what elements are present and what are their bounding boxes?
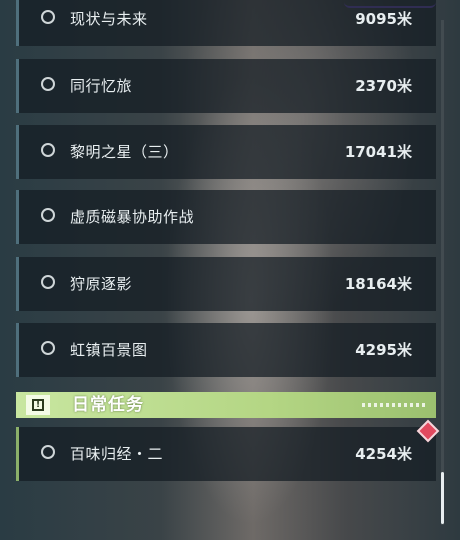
scrollbar-track[interactable] — [441, 20, 444, 525]
quest-name: 狩原逐影 — [70, 275, 133, 293]
daily-quest-item[interactable]: 百味归经・二 4254米 — [16, 427, 436, 481]
quest-name: 百味归经・二 — [70, 445, 164, 463]
quest-status-circle-icon — [41, 445, 55, 459]
quest-distance: 18164米 — [344, 275, 412, 293]
quest-status-circle-icon — [41, 208, 55, 222]
quest-status-circle-icon — [41, 10, 55, 24]
section-title: 日常任务 — [72, 395, 144, 415]
quest-distance: 17041米 — [344, 143, 412, 161]
quest-distance: 4295米 — [355, 341, 412, 359]
exclamation-icon: ! — [26, 395, 50, 415]
quest-name: 现状与未来 — [70, 10, 148, 28]
quest-status-circle-icon — [41, 341, 55, 355]
daily-quests-header: ! 日常任务 — [16, 392, 436, 418]
header-decoration — [362, 403, 426, 407]
quest-list: 现状与未来 9095米 同行忆旅 2370米 黎明之星（三） 17041米 虚质… — [0, 0, 460, 540]
quest-distance: 9095米 — [355, 10, 412, 28]
quest-item[interactable]: 同行忆旅 2370米 — [16, 59, 436, 113]
quest-name: 黎明之星（三） — [70, 143, 179, 161]
quest-distance: 4254米 — [355, 445, 412, 463]
quest-status-circle-icon — [41, 143, 55, 157]
quest-item[interactable]: 虚质磁暴协助作战 — [16, 190, 436, 244]
scrollbar-thumb[interactable] — [441, 472, 444, 524]
quest-item[interactable]: 现状与未来 9095米 — [16, 0, 436, 46]
quest-item[interactable]: 狩原逐影 18164米 — [16, 257, 436, 311]
quest-item[interactable]: 虹镇百景图 4295米 — [16, 323, 436, 377]
quest-status-circle-icon — [41, 275, 55, 289]
quest-status-circle-icon — [41, 77, 55, 91]
quest-name: 同行忆旅 — [70, 77, 133, 95]
quest-distance: 2370米 — [355, 77, 412, 95]
quest-item[interactable]: 黎明之星（三） 17041米 — [16, 125, 436, 179]
quest-name: 虹镇百景图 — [70, 341, 148, 359]
quest-name: 虚质磁暴协助作战 — [70, 208, 195, 226]
